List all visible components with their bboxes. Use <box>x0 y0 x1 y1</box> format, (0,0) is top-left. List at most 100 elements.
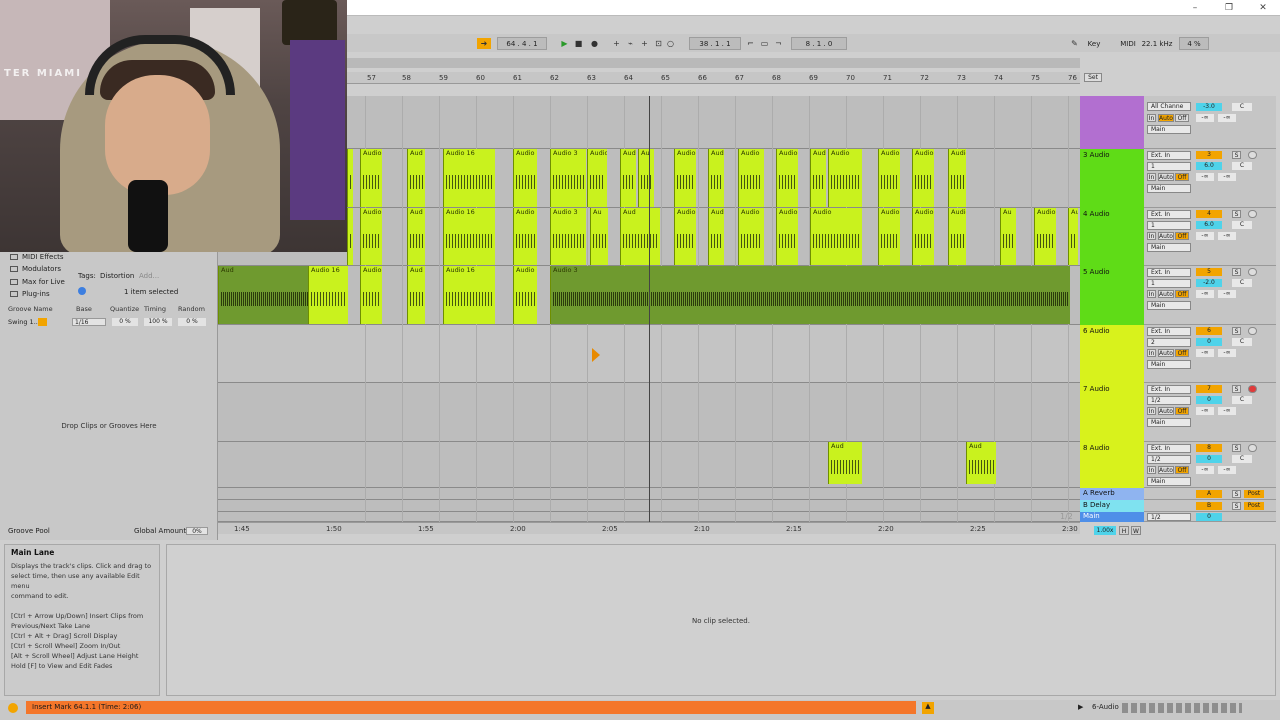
output-select[interactable]: Main <box>1147 477 1191 486</box>
arm-button[interactable] <box>1248 268 1257 276</box>
input-type-select[interactable]: Ext. In <box>1147 385 1191 394</box>
track-header[interactable]: 8 Audio <box>1080 442 1144 488</box>
send-a[interactable]: -∞ <box>1196 232 1214 240</box>
track-pan[interactable]: C <box>1232 103 1252 111</box>
arm-button[interactable] <box>1248 327 1257 335</box>
audio-clip[interactable]: Audio 16 <box>443 208 495 265</box>
song-position-field[interactable]: 64 . 4 . 1 <box>497 37 547 50</box>
track-name[interactable]: 8 Audio <box>1083 444 1110 452</box>
audio-clip[interactable]: Audio 16 <box>443 266 495 324</box>
groove-quantize[interactable]: 0 % <box>112 318 138 326</box>
track-pan[interactable]: C <box>1232 279 1252 287</box>
follow-icon[interactable]: ➜ <box>477 38 491 49</box>
audio-clip[interactable]: Aud <box>620 149 636 207</box>
browser-item-midi-effects[interactable]: MIDI Effects <box>22 253 64 261</box>
send-b[interactable]: -∞ <box>1218 407 1236 415</box>
audio-clip[interactable]: Aud <box>708 149 724 207</box>
return-letter[interactable]: A <box>1196 490 1222 498</box>
monitor-auto-button[interactable]: Auto <box>1158 232 1174 240</box>
minimize-button[interactable]: – <box>1178 0 1212 16</box>
output-select[interactable]: Main <box>1147 301 1191 310</box>
groove-hot-swap-icon[interactable] <box>38 318 47 326</box>
return-letter[interactable]: B <box>1196 502 1222 510</box>
track-name[interactable]: 4 Audio <box>1083 210 1110 218</box>
return-name[interactable]: A Reverb <box>1083 489 1115 497</box>
track-header[interactable] <box>1080 96 1144 149</box>
input-type-select[interactable]: Ext. In <box>1147 327 1191 336</box>
capture-icon[interactable]: + <box>639 38 650 49</box>
track-number[interactable]: 6 <box>1196 327 1222 335</box>
audio-clip[interactable]: Audio <box>587 149 607 207</box>
audio-clip[interactable]: Audio <box>738 208 764 265</box>
track-pan[interactable]: C <box>1232 162 1252 170</box>
track-name[interactable]: 6 Audio <box>1083 327 1110 335</box>
arm-button[interactable] <box>1248 210 1257 218</box>
audio-clip[interactable]: Audio <box>1034 208 1056 265</box>
audio-clip[interactable]: Audio 16 <box>443 149 495 207</box>
track-volume[interactable]: 0 <box>1196 396 1222 404</box>
main-output-select[interactable]: 1/2 <box>1147 513 1191 521</box>
main-header[interactable]: Main <box>1080 512 1144 522</box>
input-type-select[interactable]: All Channe <box>1147 102 1191 111</box>
send-a[interactable]: -∞ <box>1196 407 1214 415</box>
loop-switch-icon[interactable]: ▭ <box>759 38 770 49</box>
output-select[interactable]: Main <box>1147 125 1191 134</box>
input-channel-select[interactable]: 1/2 <box>1147 396 1191 405</box>
monitor-auto-button[interactable]: Auto <box>1158 114 1174 122</box>
post-button[interactable]: Post <box>1244 502 1264 510</box>
send-b[interactable]: -∞ <box>1218 466 1236 474</box>
solo-button[interactable]: S <box>1232 210 1241 218</box>
main-name[interactable]: Main <box>1083 512 1100 520</box>
arm-button[interactable] <box>1248 151 1257 159</box>
track-volume[interactable]: -2.0 <box>1196 279 1222 287</box>
record-icon[interactable]: ● <box>589 38 600 49</box>
audio-clip[interactable]: Audio 16 <box>308 266 348 324</box>
input-channel-select[interactable]: 2 <box>1147 338 1191 347</box>
audio-clip[interactable]: Audio <box>674 208 696 265</box>
audio-clip[interactable]: Audio <box>912 208 934 265</box>
audio-clip[interactable] <box>347 149 353 207</box>
time-ruler[interactable]: 1:45 1:50 1:55 2:00 2:05 2:10 2:15 2:20 … <box>218 522 1080 534</box>
track-pan[interactable]: C <box>1232 221 1252 229</box>
monitor-in-button[interactable]: In <box>1147 407 1156 415</box>
arm-button[interactable] <box>1248 385 1257 393</box>
monitor-auto-button[interactable]: Auto <box>1158 173 1174 181</box>
audio-clip[interactable]: Audio <box>878 208 900 265</box>
detail-view[interactable]: No clip selected. <box>166 544 1276 696</box>
global-amount-field[interactable]: 0% <box>186 527 208 535</box>
arrangement-overview[interactable] <box>347 58 1080 68</box>
browser-item-plug-ins[interactable]: Plug-ins <box>22 290 50 298</box>
track-pan[interactable]: C <box>1232 396 1252 404</box>
send-a[interactable]: -∞ <box>1196 114 1214 122</box>
output-select[interactable]: Main <box>1147 184 1191 193</box>
input-type-select[interactable]: Ext. In <box>1147 151 1191 160</box>
monitor-off-button[interactable]: Off <box>1175 173 1189 181</box>
track-pan[interactable]: C <box>1232 338 1252 346</box>
audio-clip[interactable]: Audio <box>948 208 966 265</box>
audio-clip[interactable]: Aud <box>407 149 425 207</box>
tag-distortion[interactable]: Distortion <box>100 272 134 280</box>
track-volume[interactable]: 6.0 <box>1196 162 1222 170</box>
audio-clip[interactable]: Au <box>1000 208 1016 265</box>
send-b[interactable]: -∞ <box>1218 349 1236 357</box>
audio-clip[interactable]: Audio <box>738 149 764 207</box>
solo-button[interactable]: S <box>1232 490 1241 498</box>
send-b[interactable]: -∞ <box>1218 114 1236 122</box>
track-volume[interactable]: 0 <box>1196 338 1222 346</box>
browser-item-modulators[interactable]: Modulators <box>22 265 61 273</box>
audio-clip[interactable]: Audio 3 <box>550 149 586 207</box>
audio-clip[interactable]: Audio <box>878 149 900 207</box>
draw-mode-icon[interactable]: ✎ <box>1069 38 1080 49</box>
audio-clip[interactable]: Au <box>590 208 608 265</box>
audio-clip[interactable]: Audio <box>513 149 537 207</box>
monitor-in-button[interactable]: In <box>1147 232 1156 240</box>
input-channel-select[interactable]: 1 <box>1147 221 1191 230</box>
audio-clip[interactable]: Audio <box>948 149 966 207</box>
monitor-off-button[interactable]: Off <box>1175 349 1189 357</box>
track-number[interactable]: 5 <box>1196 268 1222 276</box>
return-name[interactable]: B Delay <box>1083 501 1110 509</box>
track-header[interactable]: 7 Audio <box>1080 383 1144 442</box>
monitor-auto-button[interactable]: Auto <box>1158 290 1174 298</box>
audio-clip[interactable]: Aud <box>407 208 425 265</box>
audio-clip[interactable]: Aud <box>407 266 425 324</box>
